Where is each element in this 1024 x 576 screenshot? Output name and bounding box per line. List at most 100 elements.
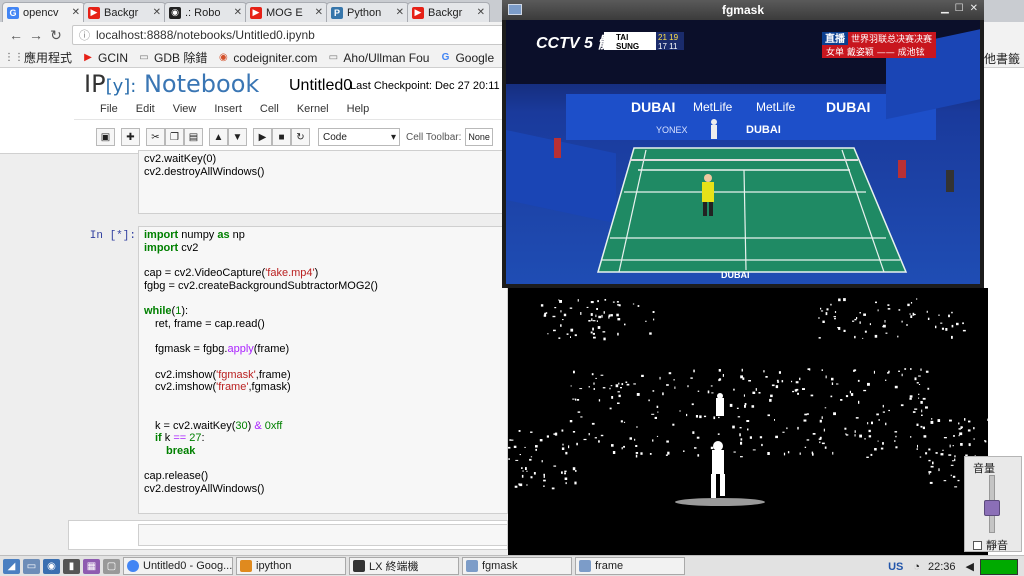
score-sung: SUNG: [616, 42, 639, 51]
taskbar: ◢ ▭ ◉ ▮ ▦ ▢ Untitled0 - Goog... ipython …: [0, 555, 1024, 576]
browser-tab[interactable]: P Python ✕: [326, 2, 409, 22]
wifi-icon[interactable]: ◔: [913, 561, 920, 573]
menu-edit[interactable]: Edit: [136, 103, 155, 115]
window-titlebar[interactable]: fgmask ▁ ☐ ✕: [502, 0, 984, 20]
back-icon[interactable]: ←: [6, 27, 26, 43]
bookmark-aho-ullman[interactable]: ▭ Aho/Ullman Fou: [327, 51, 430, 65]
menu-file[interactable]: File: [100, 103, 118, 115]
system-tray: US ◔ 22:36 ◀: [888, 556, 1024, 576]
close-icon[interactable]: ✕: [315, 7, 323, 18]
menu-cell[interactable]: Cell: [260, 103, 279, 115]
browser-tab[interactable]: ▶ Backgr ✕: [83, 2, 166, 22]
speaker-icon[interactable]: ◀: [966, 560, 974, 573]
save-icon[interactable]: ▣: [96, 128, 115, 146]
browser-tab[interactable]: ◉.: Robo ✕: [164, 2, 247, 22]
browser-tab[interactable]: ▶ MOG E ✕: [245, 2, 328, 22]
robot-icon: ◉: [169, 6, 181, 19]
desktop-switch-icon[interactable]: ▦: [83, 558, 100, 574]
url-text: localhost:8888/notebooks/Untitled0.ipynb: [96, 28, 315, 42]
reload-icon[interactable]: ↻: [46, 27, 66, 44]
cell-type-select[interactable]: Code ▾: [318, 128, 400, 146]
court-scene: DUBAI MetLife MetLife DUBAI YONEX DUBAI: [506, 20, 980, 284]
ipython-logo[interactable]: IP[y]: Notebook: [84, 70, 259, 98]
close-icon[interactable]: ✕: [153, 7, 161, 18]
keyboard-layout[interactable]: US: [888, 561, 903, 573]
apps-icon: ⋮⋮: [4, 52, 24, 63]
terminal-icon: [353, 560, 365, 572]
page-icon: ▭: [139, 52, 149, 63]
svg-text:MetLife: MetLife: [693, 100, 733, 114]
bookmark-gdb[interactable]: ▭ GDB 除錯: [138, 49, 207, 66]
code-cell-running[interactable]: import numpy as np import cv2 cap = cv2.…: [138, 226, 508, 514]
forward-icon[interactable]: →: [26, 27, 46, 43]
start-menu-icon[interactable]: ◢: [3, 558, 20, 574]
move-up-icon[interactable]: ▲: [209, 128, 228, 146]
move-down-icon[interactable]: ▼: [228, 128, 247, 146]
maximize-icon[interactable]: ☐: [955, 3, 964, 14]
code-cell-previous[interactable]: cv2.waitKey(0) cv2.destroyAllWindows(): [138, 150, 508, 214]
close-icon[interactable]: ✕: [72, 7, 80, 18]
run-icon[interactable]: ▶: [253, 128, 272, 146]
clock[interactable]: 22:36: [928, 561, 956, 573]
browser-tab[interactable]: Gopencv ✕: [2, 2, 85, 22]
restart-icon[interactable]: ↻: [291, 128, 310, 146]
notebook-name[interactable]: Untitled0: [289, 77, 352, 95]
cell-toolbar-select[interactable]: None: [465, 128, 494, 146]
terminal-icon[interactable]: ▮: [63, 558, 80, 574]
notebook-menubar: File Edit View Insert Cell Kernel Help: [74, 98, 504, 120]
checkbox-icon[interactable]: [973, 540, 982, 550]
youtube-icon: ▶: [250, 6, 262, 19]
page-icon: ▭: [328, 52, 339, 63]
cell-prompt-running: In [*]:: [89, 230, 136, 242]
browser-icon[interactable]: ◉: [43, 558, 60, 574]
close-icon[interactable]: ✕: [234, 7, 242, 18]
close-icon[interactable]: ✕: [477, 7, 485, 18]
globe-icon: ◉: [218, 52, 228, 63]
task-terminal[interactable]: LX 終端機: [349, 557, 459, 575]
bookmark-google[interactable]: G Google: [439, 51, 495, 65]
minimize-icon[interactable]: ▁: [941, 3, 949, 14]
browser-tab[interactable]: ▶ Backgr ✕: [407, 2, 490, 22]
svg-text:17 11: 17 11: [658, 42, 678, 51]
cpu-monitor: [980, 558, 1018, 575]
cell-toolbar-label: Cell Toolbar:: [406, 131, 462, 143]
svg-text:世界羽联总决赛决赛: 世界羽联总决赛决赛: [851, 33, 932, 45]
task-ipython[interactable]: ipython: [236, 557, 346, 575]
copy-icon[interactable]: ❐: [165, 128, 184, 146]
chrome-icon: [127, 560, 139, 572]
volume-label: 音量: [973, 463, 995, 475]
window-icon: [508, 4, 522, 15]
svg-text:女单 戴姿颖 —— 成池铉: 女单 戴姿颖 —— 成池铉: [826, 46, 925, 58]
info-icon: ⓘ: [79, 30, 90, 42]
task-fgmask[interactable]: fgmask: [462, 557, 572, 575]
desktop-icon[interactable]: ▢: [103, 558, 120, 574]
bookmark-apps[interactable]: ⋮⋮ 應用程式: [4, 49, 72, 66]
close-icon[interactable]: ✕: [970, 3, 978, 14]
volume-panel: 音量 靜音: [964, 456, 1022, 552]
menu-insert[interactable]: Insert: [214, 103, 242, 115]
volume-slider-thumb[interactable]: [984, 500, 1000, 517]
chevron-down-icon: ▾: [390, 131, 396, 143]
paste-icon[interactable]: ▤: [184, 128, 203, 146]
bookmark-gcin[interactable]: ▶ GCIN: [82, 51, 128, 65]
task-frame[interactable]: frame: [575, 557, 685, 575]
menu-view[interactable]: View: [173, 103, 197, 115]
close-icon[interactable]: ✕: [396, 7, 404, 18]
mute-checkbox[interactable]: 靜音: [973, 537, 1008, 553]
file-manager-icon[interactable]: ▭: [23, 558, 40, 574]
cut-icon[interactable]: ✂: [146, 128, 165, 146]
video-window-frame[interactable]: [508, 288, 990, 555]
insert-cell-icon[interactable]: ✚: [121, 128, 140, 146]
google-icon: G: [441, 52, 450, 63]
bookmark-codeigniter[interactable]: ◉ codeigniter.com: [217, 51, 317, 65]
stop-icon[interactable]: ■: [272, 128, 291, 146]
code-cell-empty[interactable]: [138, 524, 508, 546]
svg-text:DUBAI: DUBAI: [826, 99, 870, 115]
task-browser[interactable]: Untitled0 - Goog...: [123, 557, 233, 575]
other-bookmarks[interactable]: 他書籤: [984, 50, 1020, 67]
url-input[interactable]: ⓘ localhost:8888/notebooks/Untitled0.ipy…: [72, 25, 542, 45]
menu-kernel[interactable]: Kernel: [297, 103, 329, 115]
video-window-fgmask[interactable]: fgmask ▁ ☐ ✕ DUBAI MetLife MetLife DUBAI…: [502, 0, 984, 288]
menu-help[interactable]: Help: [347, 103, 370, 115]
score-tai: TAI: [616, 33, 628, 42]
